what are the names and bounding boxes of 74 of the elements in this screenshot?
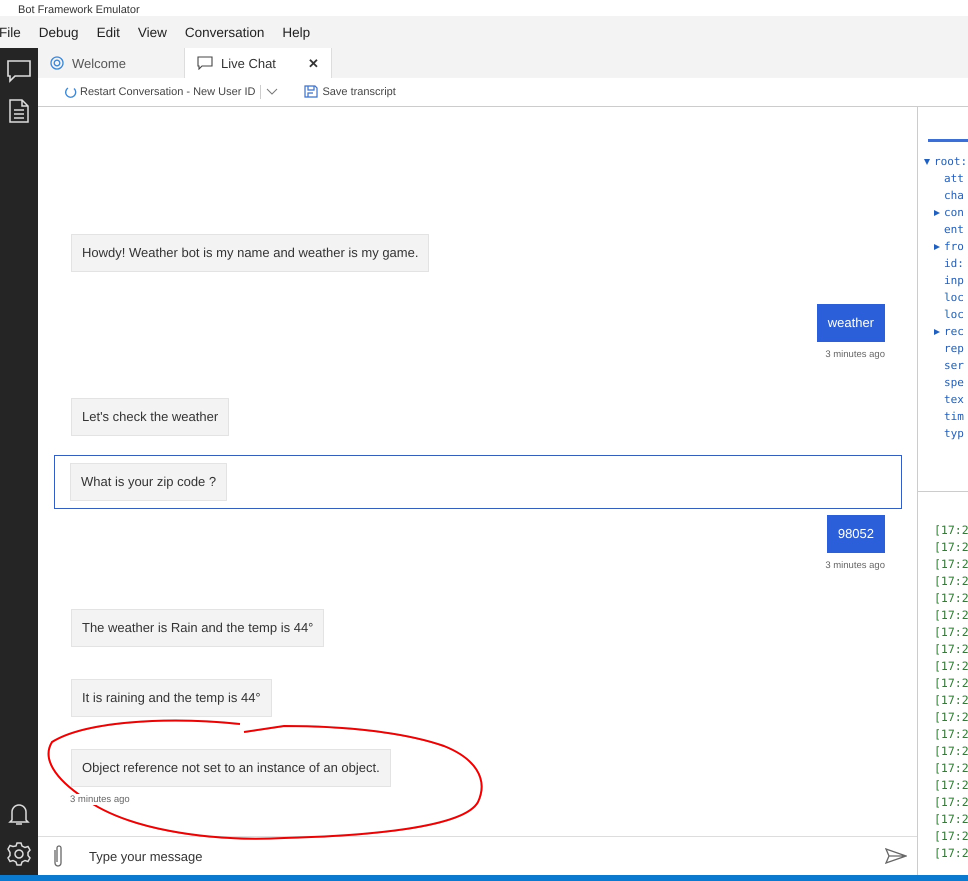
tree-node[interactable]: ser xyxy=(923,357,968,374)
log-entry: [17:2 xyxy=(934,726,968,743)
chat-icon xyxy=(197,56,213,70)
bot-message[interactable]: What is your zip code ? xyxy=(70,463,228,501)
log-entry: [17:2 xyxy=(934,845,968,862)
log-entry: [17:2 xyxy=(934,675,968,692)
log-entry: [17:2 xyxy=(934,573,968,590)
bot-message[interactable]: Howdy! Weather bot is my name and weather is my game. xyxy=(71,234,430,272)
log-entry: [17:2 xyxy=(934,658,968,675)
log-entry: [17:2 xyxy=(934,794,968,811)
log-entry: [17:2 xyxy=(934,590,968,607)
log-entry: [17:2 xyxy=(934,811,968,828)
bot-message[interactable]: The weather is Rain and the temp is 44° xyxy=(71,609,324,647)
timestamp: 3 minutes ago xyxy=(825,560,885,571)
tree-node[interactable]: tex xyxy=(923,391,968,408)
tree-node[interactable]: root: xyxy=(923,153,968,170)
tree-node[interactable]: typ xyxy=(923,425,968,442)
tree-node[interactable]: spe xyxy=(923,374,968,391)
tree-node[interactable]: con xyxy=(923,204,968,221)
log-entry: [17:2 xyxy=(934,539,968,556)
tree-node[interactable]: ent xyxy=(923,221,968,238)
settings-icon[interactable] xyxy=(6,841,32,867)
menu-item[interactable]: Edit xyxy=(96,24,138,40)
save-icon xyxy=(304,85,320,99)
log-entry: [17:2 xyxy=(934,624,968,641)
caret-icon[interactable] xyxy=(933,328,941,336)
restart-conversation-button[interactable]: Restart Conversation - New User ID xyxy=(64,86,256,98)
tree-node[interactable]: rep xyxy=(923,340,968,357)
refresh-icon xyxy=(64,86,77,98)
log-entry: [17:2 xyxy=(934,641,968,658)
log-entry: [17:2 xyxy=(934,607,968,624)
bot-message[interactable]: It is raining and the temp is 44° xyxy=(71,679,272,717)
caret-icon[interactable] xyxy=(923,158,931,166)
log-entry: [17:2 xyxy=(934,556,968,573)
menu-item[interactable]: Help xyxy=(282,24,328,40)
log-entry: [17:2 xyxy=(934,692,968,709)
tree-node[interactable]: id: xyxy=(923,255,968,272)
user-message[interactable]: weather xyxy=(816,304,885,342)
timestamp: 3 minutes ago xyxy=(70,794,130,805)
menu-item[interactable]: File xyxy=(0,24,39,40)
log-entry: [17:2 xyxy=(934,777,968,794)
tree-node[interactable]: loc xyxy=(923,289,968,306)
tree-node[interactable]: loc xyxy=(923,306,968,323)
caret-icon[interactable] xyxy=(933,242,941,250)
message-input[interactable]: Type your message xyxy=(87,848,863,864)
menu-item[interactable]: Debug xyxy=(38,24,97,40)
tree-node[interactable]: fro xyxy=(923,238,968,255)
user-message[interactable]: 98052 xyxy=(826,515,885,553)
selected-message-frame[interactable]: What is your zip code ? xyxy=(54,455,902,509)
window-title: Bot Framework Emulator xyxy=(18,4,140,16)
log-entry: [17:2 xyxy=(934,522,968,539)
document-icon[interactable] xyxy=(8,98,30,124)
caret-icon[interactable] xyxy=(933,208,941,216)
bot-message[interactable]: Object reference not set to an instance of an object. xyxy=(71,749,391,787)
tree-node[interactable]: rec xyxy=(923,323,968,340)
menu-item[interactable]: View xyxy=(138,24,185,40)
tree-node[interactable]: inp xyxy=(923,272,968,289)
chat-icon[interactable] xyxy=(6,58,32,84)
timestamp: 3 minutes ago xyxy=(825,349,885,360)
tree-node[interactable]: att xyxy=(923,170,968,187)
log-entry: [17:2 xyxy=(934,760,968,777)
log-entry: [17:2 xyxy=(934,743,968,760)
bot-message[interactable]: Let's check the weather xyxy=(71,398,230,436)
tree-node[interactable]: cha xyxy=(923,187,968,204)
tab[interactable]: Live Chat ✕ xyxy=(185,48,332,78)
send-icon[interactable] xyxy=(885,848,907,864)
caret-icon[interactable] xyxy=(266,88,278,96)
save-transcript-button[interactable]: Save transcript xyxy=(304,85,396,99)
log-entry: [17:2 xyxy=(934,709,968,726)
close-icon[interactable]: ✕ xyxy=(308,56,319,70)
log-entry: [17:2 xyxy=(934,828,968,845)
target-icon xyxy=(50,56,64,70)
tree-node[interactable]: tim xyxy=(923,408,968,425)
menu-item[interactable]: Conversation xyxy=(184,24,282,40)
